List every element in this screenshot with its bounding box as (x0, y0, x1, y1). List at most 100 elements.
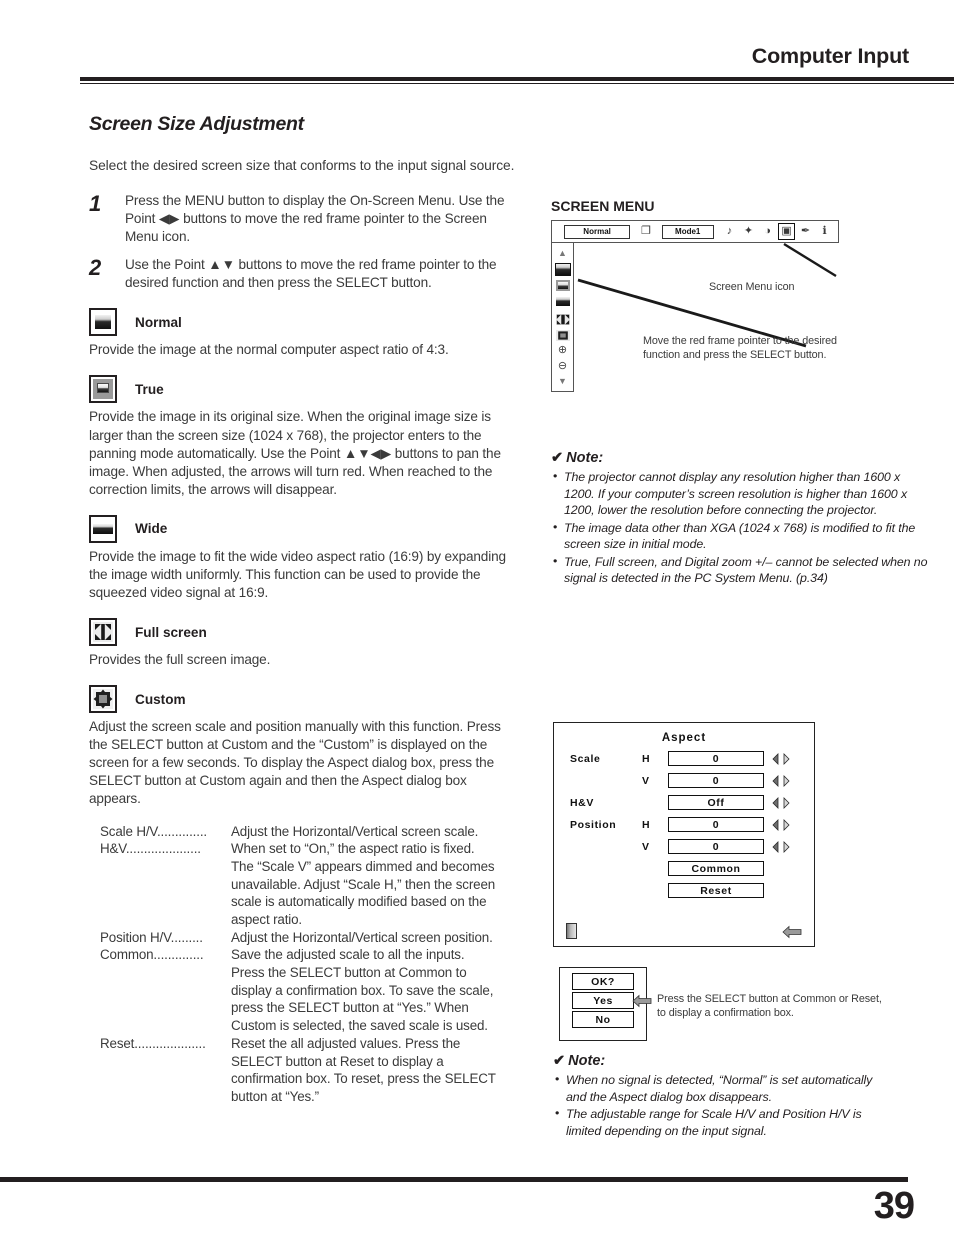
page-number: 39 (873, 1185, 915, 1227)
aspect-value-scale-h[interactable]: 0 (668, 751, 764, 766)
aspect-dialog: Aspect Scale H 0 V 0 H&V Off Position H … (553, 722, 815, 947)
full-screen-item-glyph (555, 313, 570, 325)
aspect-dialog-footer (554, 919, 814, 941)
aspect-row-reset: Reset (554, 883, 814, 898)
aspect-row-position-v: V 0 (554, 839, 814, 854)
custom-screen-glyph (93, 689, 113, 710)
aspect-row-hv: H&V Off (554, 795, 814, 810)
page-title: Screen Size Adjustment (89, 113, 304, 135)
osd-mockup: Normal ❐ Mode1 ♪ ✦ ◑ ▣ ✒ ℹ ▲ ⊕ ⊖ ▼ Scree… (551, 220, 839, 392)
aspect-arrows-hv[interactable] (772, 796, 790, 810)
screen-menu-icon[interactable]: ▣ (778, 223, 796, 240)
color-adjust-icon-glyph: ✦ (743, 225, 754, 237)
definition-desc-reset: Reset the all adjusted values. Press the (231, 1035, 461, 1051)
aspect-value-position-v[interactable]: 0 (668, 839, 764, 854)
aspect-value-position-h[interactable]: 0 (668, 817, 764, 832)
aspect-row-scale-h: Scale H 0 (554, 751, 814, 766)
callout-screen-menu-icon: Screen Menu icon (709, 281, 795, 293)
aspect-reset-button[interactable]: Reset (668, 883, 764, 898)
system-icon: ❐ (638, 224, 653, 239)
aspect-row-common: Common (554, 861, 814, 876)
note-block-1: ✔Note: The projector cannot display any … (551, 450, 931, 587)
note-1-item: The image data other than XGA (1024 x 76… (551, 519, 931, 553)
wide-screen-icon (89, 514, 117, 543)
note-1-item: The projector cannot display any resolut… (551, 468, 931, 519)
function-wide-heading: Wide (89, 514, 519, 543)
setting-pencil-icon: ✒ (798, 224, 813, 239)
definition-desc-common-l2: Press the SELECT button at Common to (231, 965, 467, 981)
footer-rule (0, 1177, 908, 1182)
definition-row-reset: Reset.................... Reset the all … (100, 1035, 519, 1053)
osd-mode-field: Mode1 (661, 224, 714, 239)
back-arrow-icon[interactable] (782, 925, 802, 939)
aspect-value-scale-v[interactable]: 0 (668, 773, 764, 788)
definition-desc-position: Adjust the Horizontal/Vertical screen po… (231, 929, 493, 945)
osd-input-field: Normal (564, 224, 631, 239)
step-1: 1 Press the MENU button to display the O… (89, 192, 519, 246)
note-1-item: True, Full screen, and Digital zoom +/– … (551, 553, 931, 587)
function-full-screen-label: Full screen (135, 624, 207, 640)
definition-term-common: Common.............. (100, 947, 204, 963)
confirmation-no-button[interactable]: No (572, 1011, 634, 1028)
aspect-axis-v: V (642, 774, 650, 787)
aspect-dialog-title: Aspect (661, 732, 707, 744)
definition-row-position: Position H/V......... Adjust the Horizon… (100, 929, 519, 947)
definition-desc-reset-l4: button at “Yes.” (231, 1088, 319, 1104)
aspect-row-position-h: Position H 0 (554, 817, 814, 832)
definition-desc-reset-l2: SELECT button at Reset to display a (231, 1053, 444, 1069)
custom-screen-item[interactable] (552, 325, 573, 341)
sound-icon: ♪ (722, 224, 737, 239)
quit-door-icon[interactable] (566, 923, 577, 939)
full-screen-item[interactable] (552, 309, 573, 325)
definition-desc-hv: When set to “On,” the aspect ratio is fi… (231, 841, 475, 857)
selection-pointer-icon (632, 994, 652, 1008)
function-custom-label: Custom (135, 691, 186, 707)
aspect-arrows-position-h[interactable] (772, 818, 790, 832)
note-1-heading: ✔ Note: (551, 450, 604, 466)
wide-screen-item[interactable] (552, 293, 573, 309)
definition-row-common: Common.............. Save the adjusted s… (100, 946, 519, 964)
aspect-arrows-position-v[interactable] (772, 840, 790, 854)
definition-desc-hv-l5: aspect ratio. (231, 912, 302, 927)
aspect-common-button[interactable]: Common (668, 861, 764, 876)
full-screen-icon (89, 618, 117, 647)
function-full-screen-heading: Full screen (89, 618, 519, 647)
aspect-axis-pos-v: V (642, 840, 650, 853)
definition-desc-reset-l3: confirmation box. To reset, press the SE… (231, 1071, 496, 1087)
definition-desc-scale: Adjust the Horizontal/Vertical screen sc… (231, 823, 479, 839)
note-2-heading: ✔ Note: (553, 1053, 606, 1069)
sound-icon-glyph: ♪ (726, 225, 733, 237)
check-icon: ✔ (551, 450, 564, 466)
confirmation-title: OK? (572, 973, 634, 990)
custom-screen-item-glyph (555, 329, 570, 341)
right-column: SCREEN MENU Normal ❐ Mode1 ♪ ✦ ◑ ▣ ✒ ℹ ▲ (551, 198, 931, 588)
system-icon-glyph: ❐ (640, 225, 651, 237)
definition-desc-common: Save the adjusted scale to all the input… (231, 947, 465, 963)
osd-side-panel: ▲ ⊕ ⊖ ▼ (551, 243, 574, 392)
custom-options-list: Scale H/V.............. Adjust the Horiz… (100, 823, 519, 1106)
definition-desc-common-l3: display a confirmation box. To save the … (231, 982, 494, 998)
aspect-arrows-scale-h[interactable] (772, 752, 790, 766)
true-screen-icon (89, 375, 117, 404)
step-1-number: 1 (89, 191, 102, 216)
header-rule-thick (80, 77, 954, 81)
function-wide-label: Wide (135, 521, 168, 537)
digital-zoom-in-item[interactable]: ⊕ (552, 341, 573, 357)
definition-desc-hv-l2: The “Scale V” appears dimmed and becomes (231, 858, 495, 874)
aspect-value-hv[interactable]: Off (668, 795, 764, 810)
definition-desc-common-l5: Custom is selected, the saved scale is u… (231, 1018, 488, 1034)
true-screen-item[interactable] (552, 277, 573, 293)
confirmation-dialog: OK? Yes No (559, 967, 652, 1041)
function-true-label: True (135, 381, 164, 397)
note-1-list: The projector cannot display any resolut… (551, 468, 931, 587)
digital-zoom-in-glyph: ⊕ (557, 343, 568, 356)
function-true-heading: True (89, 375, 519, 404)
function-normal-body: Provide the image at the normal computer… (89, 342, 449, 358)
definition-term-scale: Scale H/V.............. (100, 823, 207, 839)
confirmation-yes-button[interactable]: Yes (572, 992, 634, 1009)
aspect-arrows-scale-v[interactable] (772, 774, 790, 788)
digital-zoom-out-item[interactable]: ⊖ (552, 357, 573, 373)
aspect-label-hv: H&V (570, 796, 594, 809)
normal-screen-item[interactable] (552, 261, 573, 277)
function-true-body: Provide the image in its original size. … (89, 409, 501, 497)
